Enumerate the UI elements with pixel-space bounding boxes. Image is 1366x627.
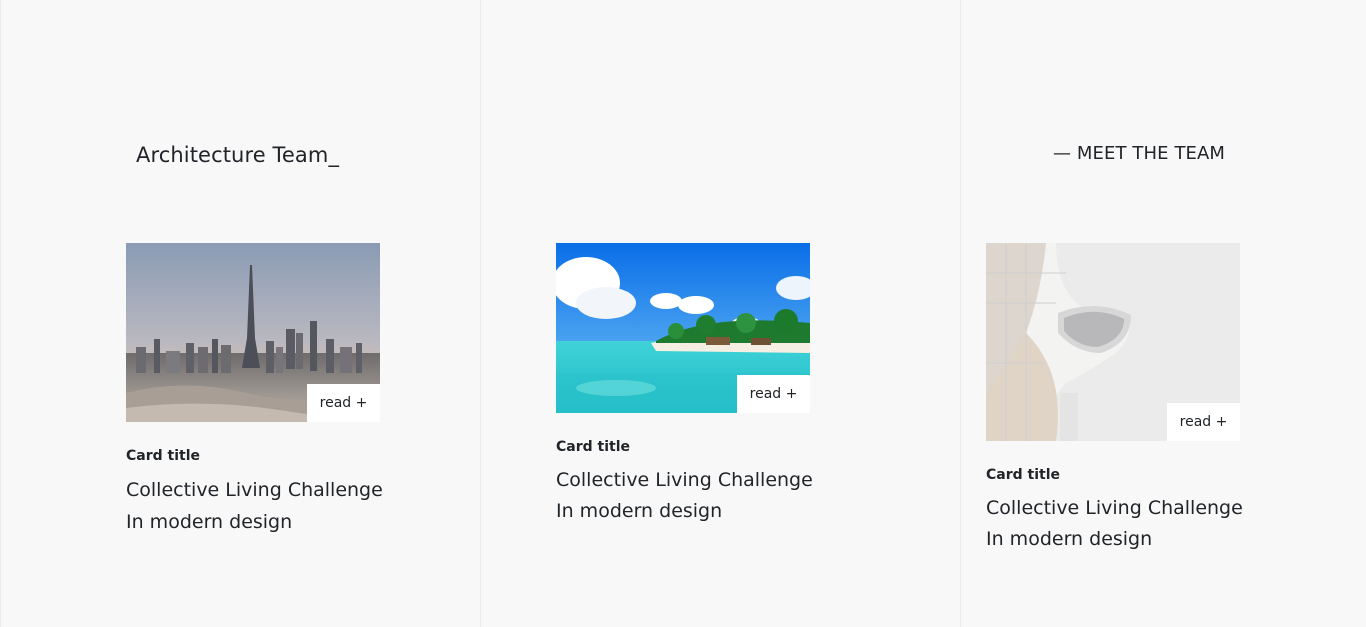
column-divider-2 [960, 0, 961, 627]
card-text-line-2: In modern design [126, 511, 293, 533]
team-card-1: read + Card title Collective Living Chal… [126, 243, 383, 538]
team-card-3: read + Card title Collective Living Chal… [986, 243, 1243, 555]
read-more-button[interactable]: read + [1167, 403, 1240, 441]
card-text-line-2: In modern design [986, 528, 1153, 550]
card-text: Collective Living Challenge In modern de… [556, 465, 813, 527]
section-heading: Architecture Team_ [136, 143, 340, 167]
read-more-button[interactable]: read + [307, 384, 380, 422]
card-title: Card title [126, 448, 200, 464]
card-image-city: read + [126, 243, 380, 422]
team-card-2: read + Card title Collective Living Chal… [556, 243, 813, 527]
card-text-line-2: In modern design [556, 500, 723, 522]
card-text: Collective Living Challenge In modern de… [986, 493, 1243, 555]
card-text-line-1: Collective Living Challenge [126, 479, 383, 501]
meet-the-team-label: — MEET THE TEAM [1053, 143, 1226, 164]
card-title: Card title [556, 439, 630, 455]
card-image-architecture: read + [986, 243, 1240, 441]
card-text-line-1: Collective Living Challenge [556, 469, 813, 491]
card-text: Collective Living Challenge In modern de… [126, 474, 383, 538]
card-image-beach: read + [556, 243, 810, 413]
column-divider-left [0, 0, 1, 627]
card-text-line-1: Collective Living Challenge [986, 497, 1243, 519]
card-title: Card title [986, 467, 1060, 483]
read-more-button[interactable]: read + [737, 375, 810, 413]
column-divider-1 [480, 0, 481, 627]
